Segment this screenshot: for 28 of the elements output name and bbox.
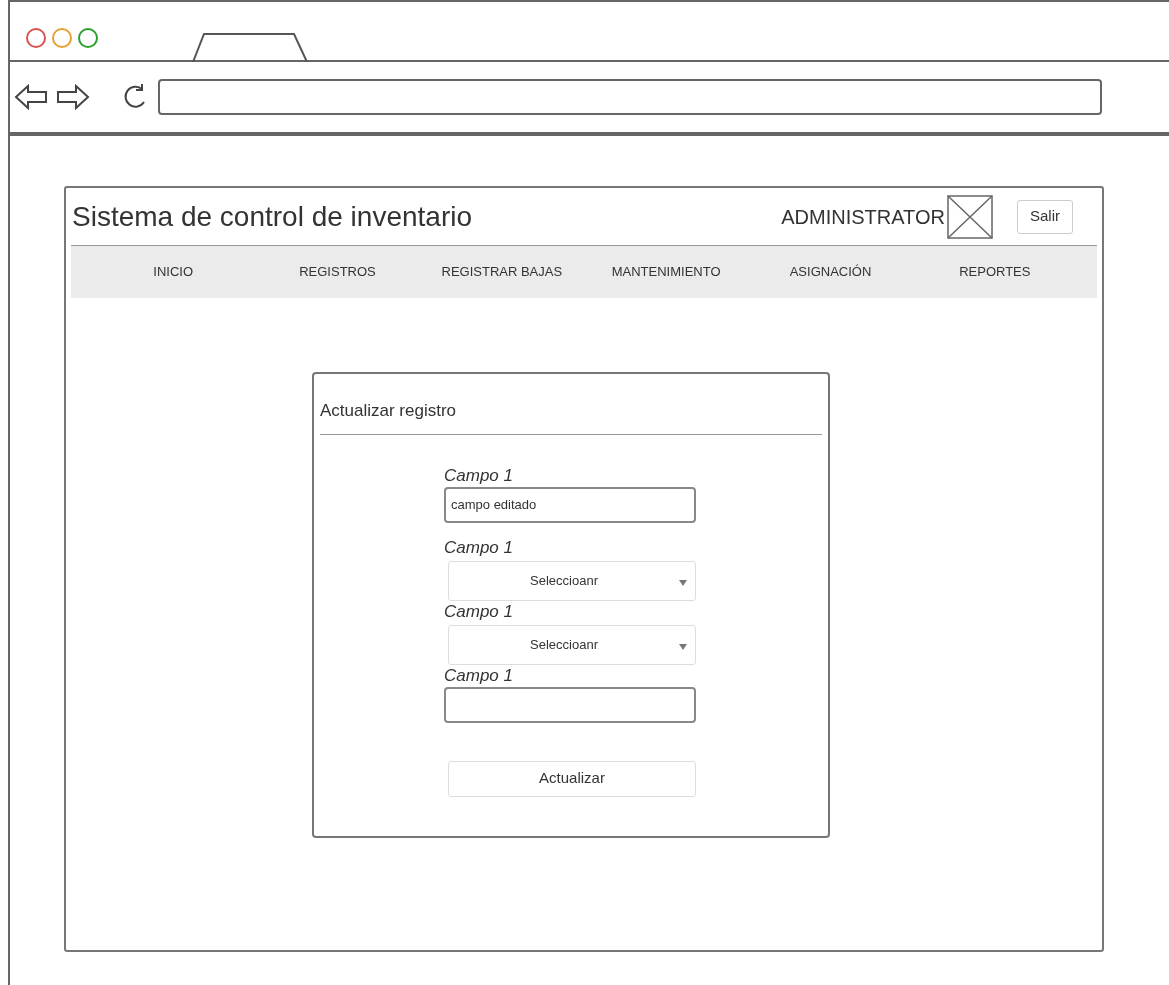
dropdown[interactable]: Seleccioanr	[448, 624, 696, 665]
field-label: Campo 1	[444, 536, 513, 559]
browser-tab-icon[interactable]	[192, 32, 308, 62]
field-label: Campo 1	[444, 600, 513, 623]
caret-icon	[679, 579, 687, 586]
nav-link[interactable]: MANTENIMIENTO	[584, 262, 749, 282]
caret-icon	[679, 643, 687, 650]
nav-link[interactable]: INICIO	[91, 262, 256, 282]
nav-link[interactable]: REGISTRAR BAJAS	[419, 262, 584, 282]
nav-link[interactable]: ASIGNACIÓN	[748, 262, 913, 282]
address-bar[interactable]	[158, 79, 1102, 115]
close-window-icon[interactable]	[26, 28, 46, 48]
back-arrow-icon[interactable]	[14, 84, 48, 110]
forward-arrow-icon[interactable]	[56, 84, 90, 110]
user-name: ADMINISTRATOR	[781, 204, 945, 230]
input-field[interactable]	[444, 686, 696, 723]
dropdown[interactable]: Seleccioanr	[448, 560, 696, 601]
nav-link[interactable]: REGISTROS	[255, 262, 420, 282]
field-label: Campo 1	[444, 664, 513, 687]
form-title: Actualizar registro	[320, 398, 822, 435]
update-button[interactable]: Actualizar	[448, 760, 696, 797]
nav-link[interactable]: REPORTES	[912, 262, 1077, 282]
logout-button[interactable]: Salir	[1017, 199, 1073, 234]
avatar-placeholder-icon	[947, 194, 993, 239]
input-field[interactable]: campo editado	[444, 486, 696, 523]
field-label: Campo 1	[444, 464, 513, 487]
app-title: Sistema de control de inventario	[72, 199, 472, 234]
maximize-window-icon[interactable]	[78, 28, 98, 48]
